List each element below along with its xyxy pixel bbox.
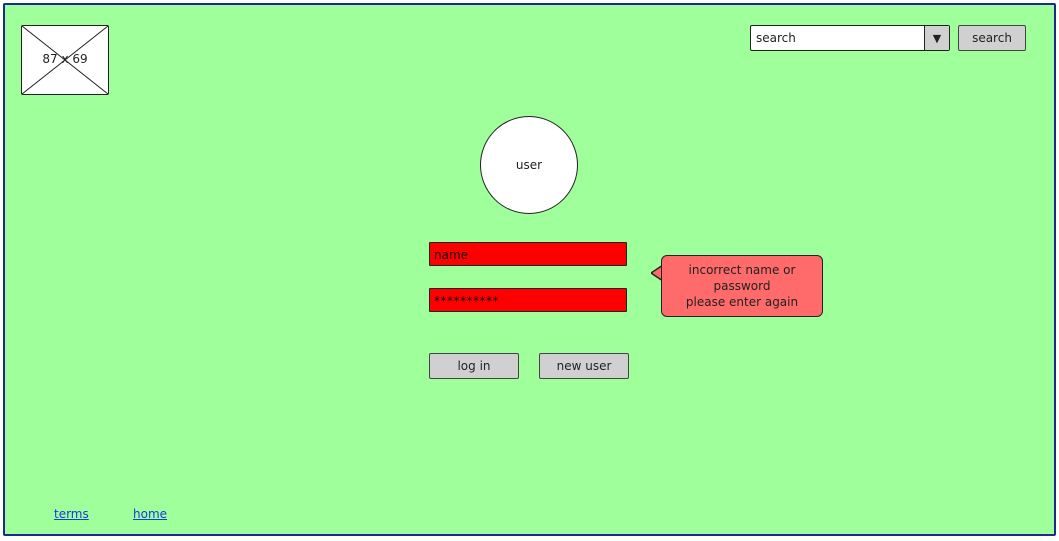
logo-image-placeholder: 87 x 69 xyxy=(21,25,109,95)
page-frame: 87 x 69 search ▼ search user name ******… xyxy=(3,3,1056,536)
password-field[interactable]: ********** xyxy=(429,288,627,312)
logo-size-label: 87 x 69 xyxy=(42,52,88,66)
error-message-line1: incorrect name or password xyxy=(688,263,796,293)
error-tooltip: incorrect name or password please enter … xyxy=(661,255,823,317)
search-select[interactable]: search ▼ xyxy=(750,25,950,51)
avatar-label: user xyxy=(515,158,543,172)
new-user-button[interactable]: new user xyxy=(539,353,629,379)
name-field[interactable]: name xyxy=(429,242,627,266)
login-button[interactable]: log in xyxy=(429,353,519,379)
home-link[interactable]: home xyxy=(133,507,167,521)
search-button[interactable]: search xyxy=(958,25,1026,51)
error-message-line2: please enter again xyxy=(685,295,799,309)
terms-link[interactable]: terms xyxy=(54,507,89,521)
chevron-down-icon[interactable]: ▼ xyxy=(924,26,949,50)
user-avatar: user xyxy=(480,116,578,214)
search-select-value: search xyxy=(756,31,796,45)
